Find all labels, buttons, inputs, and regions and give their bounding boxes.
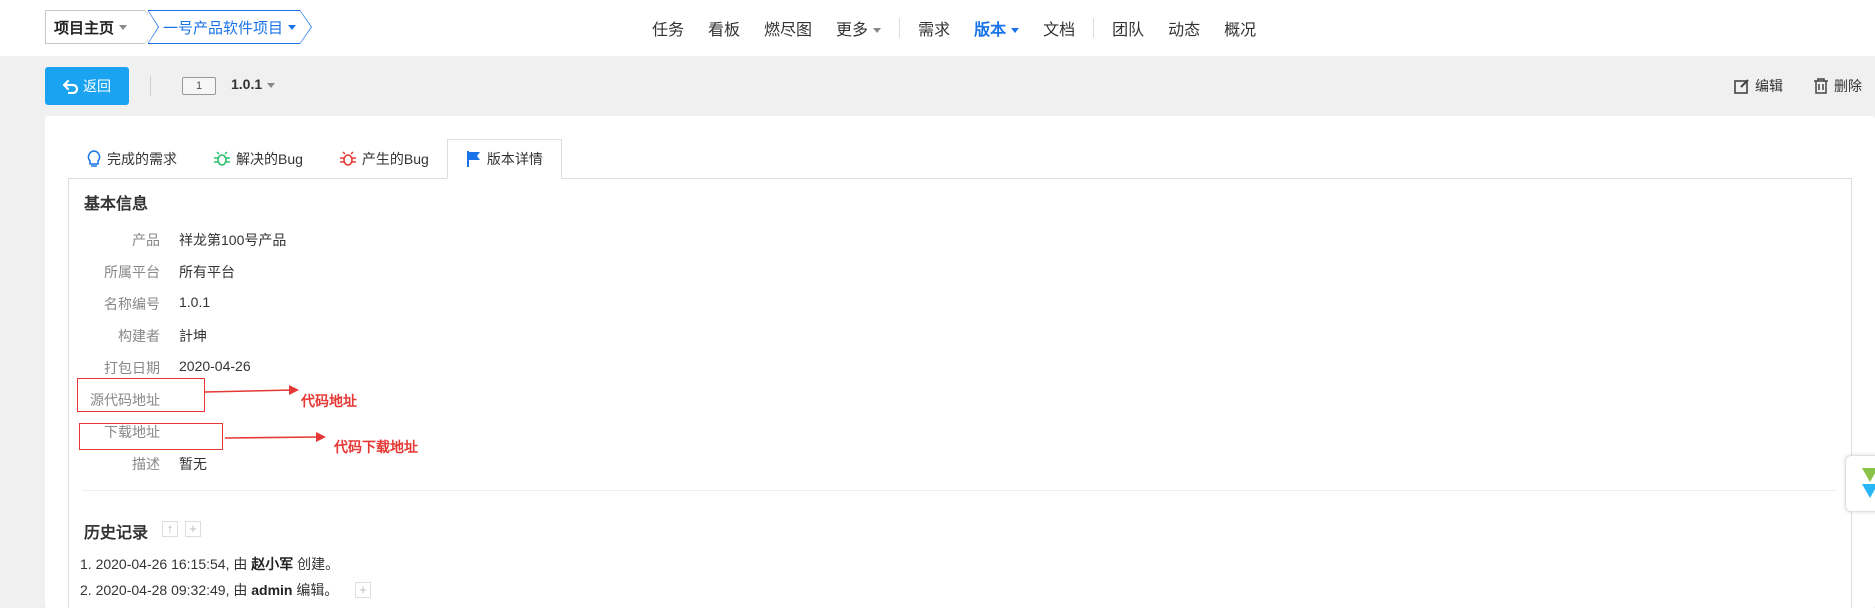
tab-label: 产生的Bug (361, 151, 429, 167)
back-button[interactable]: 返回 (45, 67, 129, 105)
back-button-label: 返回 (83, 78, 111, 94)
delete-label: 删除 (1834, 78, 1862, 94)
annotation-arrow-icon (225, 432, 326, 442)
expand-all-icon[interactable]: + (185, 521, 201, 537)
edit-icon (1734, 79, 1749, 94)
nav-item-more[interactable]: 更多 (824, 16, 893, 40)
date-label: 打包日期 (104, 360, 160, 376)
nav-item-dynamic[interactable]: 动态 (1156, 16, 1212, 40)
nav-item-more-label: 更多 (836, 22, 869, 39)
annotation-arrow-icon (205, 385, 299, 395)
platform-value: 所有平台 (179, 264, 235, 280)
chevron-down-icon (288, 24, 297, 30)
breadcrumb-arrow-inner (300, 11, 311, 43)
toolbar-divider (150, 76, 151, 96)
nav-item-overview[interactable]: 概况 (1212, 16, 1268, 40)
floating-widget[interactable] (1845, 455, 1875, 512)
section-divider (82, 490, 1837, 491)
undo-icon (63, 79, 79, 94)
breadcrumb-notch-inner (148, 11, 158, 43)
tab-label: 解决的Bug (236, 151, 303, 167)
annotation-source-text: 代码地址 (301, 393, 357, 409)
chevron-down-icon (873, 28, 882, 34)
tab-generated-bugs[interactable]: 产生的Bug (321, 140, 447, 178)
chevron-down-icon (267, 82, 276, 88)
delete-button[interactable]: 删除 (1812, 76, 1862, 96)
tab-label: 完成的需求 (107, 151, 177, 167)
chevron-down-icon (1011, 28, 1020, 34)
nav-item-kanban[interactable]: 看板 (696, 16, 752, 40)
history-entry-prefix: 1. 2020-04-26 16:15:54, 由 (80, 556, 252, 572)
breadcrumb-home-label: 项目主页 (54, 19, 115, 37)
breadcrumb-home[interactable]: 项目主页 (45, 10, 145, 44)
name-label: 名称编号 (104, 296, 160, 312)
date-value: 2020-04-26 (179, 358, 251, 374)
tab-completed-stories[interactable]: 完成的需求 (68, 140, 195, 178)
tab-bar: 完成的需求 解决的Bug 产生的Bug 版本详情 (68, 138, 562, 179)
tab-build-details[interactable]: 版本详情 (446, 139, 562, 179)
nav-item-doc[interactable]: 文档 (1031, 16, 1087, 40)
lightbulb-icon (87, 150, 101, 167)
annotation-download-text: 代码下载地址 (334, 439, 418, 455)
product-value: 祥龙第100号产品 (179, 232, 287, 248)
build-id-badge: 1 (182, 77, 216, 95)
description-label: 描述 (132, 456, 160, 472)
history-entry: 2. 2020-04-28 09:32:49, 由 admin 编辑。 (80, 580, 338, 600)
expand-entry-icon[interactable]: + (355, 582, 371, 598)
nav-item-team[interactable]: 团队 (1100, 16, 1156, 40)
main-nav: 任务 看板 燃尽图 更多 需求 版本 文档 团队 动态 概况 (640, 0, 1268, 56)
nav-divider (1093, 18, 1095, 38)
build-name-dropdown[interactable]: 1.0.1 (231, 76, 276, 92)
history-entry-user: 赵小军 (251, 556, 294, 572)
app-logo-icon (1862, 468, 1875, 498)
bug-icon (214, 151, 230, 166)
nav-item-build[interactable]: 版本 (962, 16, 1031, 40)
arrow-up-icon[interactable]: ↑ (162, 521, 178, 537)
chevron-down-icon (119, 24, 128, 30)
nav-item-story[interactable]: 需求 (906, 16, 962, 40)
tab-label: 版本详情 (486, 151, 543, 167)
description-value: 暂无 (179, 456, 207, 472)
builder-label: 构建者 (118, 328, 160, 344)
nav-divider (899, 18, 901, 38)
builder-value: 計坤 (179, 328, 207, 344)
product-label: 产品 (132, 232, 160, 248)
history-entry: 1. 2020-04-26 16:15:54, 由 赵小军 创建。 (80, 554, 339, 574)
history-title: 历史记录 (84, 525, 149, 542)
nav-item-build-label: 版本 (974, 22, 1007, 39)
name-value: 1.0.1 (179, 294, 211, 310)
flag-icon (466, 151, 480, 167)
edit-label: 编辑 (1755, 78, 1783, 94)
nav-item-burndown[interactable]: 燃尽图 (752, 16, 824, 40)
basic-info-title: 基本信息 (84, 196, 149, 213)
tab-resolved-bugs[interactable]: 解决的Bug (195, 140, 321, 178)
breadcrumb-project[interactable]: 一号产品软件项目 (148, 10, 300, 44)
history-entry-user: admin (251, 582, 293, 598)
bug-icon (339, 151, 356, 166)
breadcrumb-project-label: 一号产品软件项目 (163, 19, 284, 37)
build-name-label: 1.0.1 (231, 76, 263, 92)
history-entry-prefix: 2. 2020-04-28 09:32:49, 由 (80, 582, 252, 598)
top-nav-bar: 项目主页 一号产品软件项目 任务 看板 燃尽图 更多 需求 版本 文档 团队 动… (0, 0, 1875, 56)
history-entry-action: 编辑。 (292, 582, 339, 598)
annotation-box-download (79, 423, 223, 450)
nav-item-task[interactable]: 任务 (640, 16, 696, 40)
trash-icon (1814, 78, 1828, 94)
edit-button[interactable]: 编辑 (1733, 76, 1783, 96)
platform-label: 所属平台 (104, 264, 160, 280)
annotation-box-source (77, 378, 205, 412)
history-entry-action: 创建。 (293, 556, 340, 572)
